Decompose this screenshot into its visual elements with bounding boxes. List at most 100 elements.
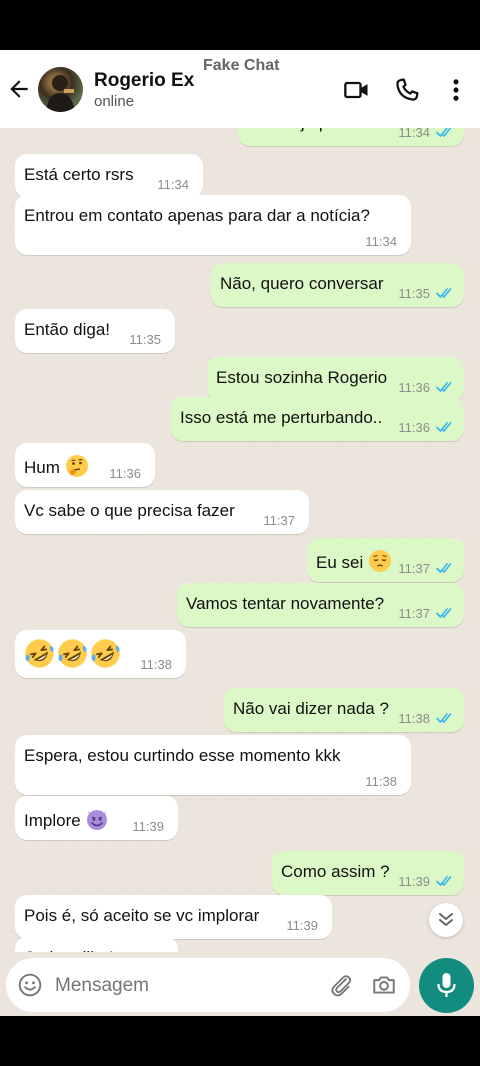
watermark: Fake Chat xyxy=(203,57,280,74)
navigation-bar xyxy=(0,1016,480,1066)
incoming-message[interactable]: Está certo rsrs 11:34 xyxy=(15,154,203,198)
message-timestamp: 11:37 xyxy=(398,561,430,576)
message-input-container[interactable] xyxy=(6,958,410,1012)
message-timestamp: 11:36 xyxy=(398,420,430,435)
read-receipt-icon xyxy=(436,563,452,573)
message-content: Isso está me perturbando.. xyxy=(180,408,382,428)
smiling-devil-emoji-icon xyxy=(85,807,109,831)
scroll-to-bottom-button[interactable] xyxy=(429,903,463,937)
message-text: Implore xyxy=(24,811,81,830)
message-content: Não finja por favor xyxy=(247,128,386,133)
outgoing-message[interactable]: Vamos tentar novamente? 11:37 xyxy=(177,583,464,627)
message-timestamp: 11:38 xyxy=(365,774,397,789)
contact-status: online xyxy=(94,93,135,110)
outgoing-message[interactable]: Eu sei 11:37 xyxy=(307,538,464,582)
thinking-emoji-icon xyxy=(65,454,89,478)
message-text: Vc sabe o que precisa fazer xyxy=(24,501,235,520)
message-text: Isso está me perturbando.. xyxy=(180,408,383,427)
message-content: Vamos tentar novamente? xyxy=(186,594,384,614)
message-timestamp: 11:39 xyxy=(132,819,164,834)
read-receipt-icon xyxy=(436,422,452,432)
message-content: Vc sabe o que precisa fazer xyxy=(24,501,235,521)
message-timestamp: 11:39 xyxy=(398,874,430,889)
message-timestamp: 11:35 xyxy=(398,286,430,301)
message-timestamp: 11:36 xyxy=(398,380,430,395)
message-text: Não finja por favor xyxy=(247,128,386,132)
composer-bar xyxy=(0,952,480,1016)
message-timestamp: 11:38 xyxy=(398,711,430,726)
read-receipt-icon xyxy=(436,288,452,298)
read-receipt-icon xyxy=(436,128,452,137)
message-text: Hum xyxy=(24,458,60,477)
read-receipt-icon xyxy=(436,713,452,723)
message-content: Eu sei xyxy=(316,549,392,573)
incoming-message[interactable]: Então diga! 11:35 xyxy=(15,309,175,353)
message-input[interactable] xyxy=(55,975,315,997)
emoji-icon[interactable] xyxy=(17,972,43,998)
message-timestamp: 11:34 xyxy=(365,234,397,249)
message-timestamp: 11:35 xyxy=(129,332,161,347)
paperclip-icon[interactable] xyxy=(328,972,354,998)
message-timestamp: 11:37 xyxy=(263,513,295,528)
message-text: Está certo rsrs xyxy=(24,165,134,184)
incoming-message[interactable]: Espera, estou curtindo esse momento kkk 1… xyxy=(15,735,411,795)
video-call-icon[interactable] xyxy=(343,76,371,104)
incoming-message[interactable]: Pois é, só aceito se vc implorar 11:39 xyxy=(15,895,332,939)
outgoing-message[interactable]: Estou sozinha Rogerio 11:36 xyxy=(207,357,464,401)
message-content: Não, quero conversar xyxy=(220,274,383,294)
message-text: Então diga! xyxy=(24,320,111,339)
incoming-message[interactable]: Vc sabe o que precisa fazer 11:37 xyxy=(15,490,309,534)
read-receipt-icon xyxy=(436,608,452,618)
message-content: Está certo rsrs xyxy=(24,165,134,185)
message-text: Estou sozinha Rogerio xyxy=(216,368,388,387)
outgoing-message[interactable]: Não vai dizer nada ? 11:38 xyxy=(224,688,464,732)
message-timestamp: 11:34 xyxy=(398,128,430,140)
message-text: Não, quero conversar xyxy=(220,274,384,293)
message-text: Pois é, só aceito se vc implorar xyxy=(24,906,260,925)
incoming-message[interactable]: Entrou em contato apenas para dar a notí… xyxy=(15,195,411,255)
rofl-emoji-icon xyxy=(24,638,55,669)
outgoing-message[interactable]: Como assim ? 11:39 xyxy=(272,851,464,895)
message-text: Espera, estou curtindo esse momento kkk xyxy=(24,746,341,765)
message-text: Entrou em contato apenas para dar a notí… xyxy=(24,206,370,225)
message-text: Eu sei xyxy=(316,553,364,572)
avatar[interactable] xyxy=(38,67,83,112)
rofl-emoji-icon xyxy=(90,638,121,669)
message-content: Estou sozinha Rogerio xyxy=(216,368,387,388)
incoming-message[interactable]: Se humilha! xyxy=(15,937,178,952)
message-content: Não vai dizer nada ? xyxy=(233,699,389,719)
message-timestamp: 11:34 xyxy=(157,177,189,192)
contact-name[interactable]: Rogerio Ex xyxy=(94,70,194,92)
more-vert-icon[interactable] xyxy=(442,76,470,104)
message-content: Hum xyxy=(24,454,89,478)
message-content: Implore xyxy=(24,807,109,831)
outgoing-message[interactable]: Não, quero conversar 11:35 xyxy=(211,263,464,307)
message-content: Espera, estou curtindo esse momento kkk xyxy=(24,746,341,766)
message-timestamp: 11:36 xyxy=(109,466,141,481)
message-content: Então diga! xyxy=(24,320,110,340)
outgoing-message[interactable]: Não finja por favor 11:34 xyxy=(238,128,464,146)
incoming-message[interactable]: Hum 11:36 xyxy=(15,443,155,487)
incoming-message[interactable]: Implore 11:39 xyxy=(15,796,178,840)
message-text: Como assim ? xyxy=(281,862,390,881)
message-content: Como assim ? xyxy=(281,862,390,882)
message-text: Vamos tentar novamente? xyxy=(186,594,385,613)
camera-icon[interactable] xyxy=(371,972,397,998)
pensive-emoji-icon xyxy=(368,549,392,573)
chat-area[interactable]: Não finja por favor 11:34 Está certo rsrs 1… xyxy=(0,128,480,952)
read-receipt-icon xyxy=(436,382,452,392)
arrow-left-icon[interactable] xyxy=(6,76,32,102)
status-bar xyxy=(0,0,480,50)
incoming-message[interactable]: 11:38 xyxy=(15,630,186,678)
message-timestamp: 11:39 xyxy=(286,918,318,933)
message-content: Pois é, só aceito se vc implorar xyxy=(24,906,259,926)
mic-icon xyxy=(437,973,456,997)
message-content xyxy=(24,638,123,674)
message-content: Entrou em contato apenas para dar a notí… xyxy=(24,206,370,226)
rofl-emoji-icon xyxy=(57,638,88,669)
message-timestamp: 11:37 xyxy=(398,606,430,621)
outgoing-message[interactable]: Isso está me perturbando.. 11:36 xyxy=(171,397,464,441)
phone-icon[interactable] xyxy=(393,76,421,104)
mic-button[interactable] xyxy=(419,958,474,1013)
read-receipt-icon xyxy=(436,876,452,886)
